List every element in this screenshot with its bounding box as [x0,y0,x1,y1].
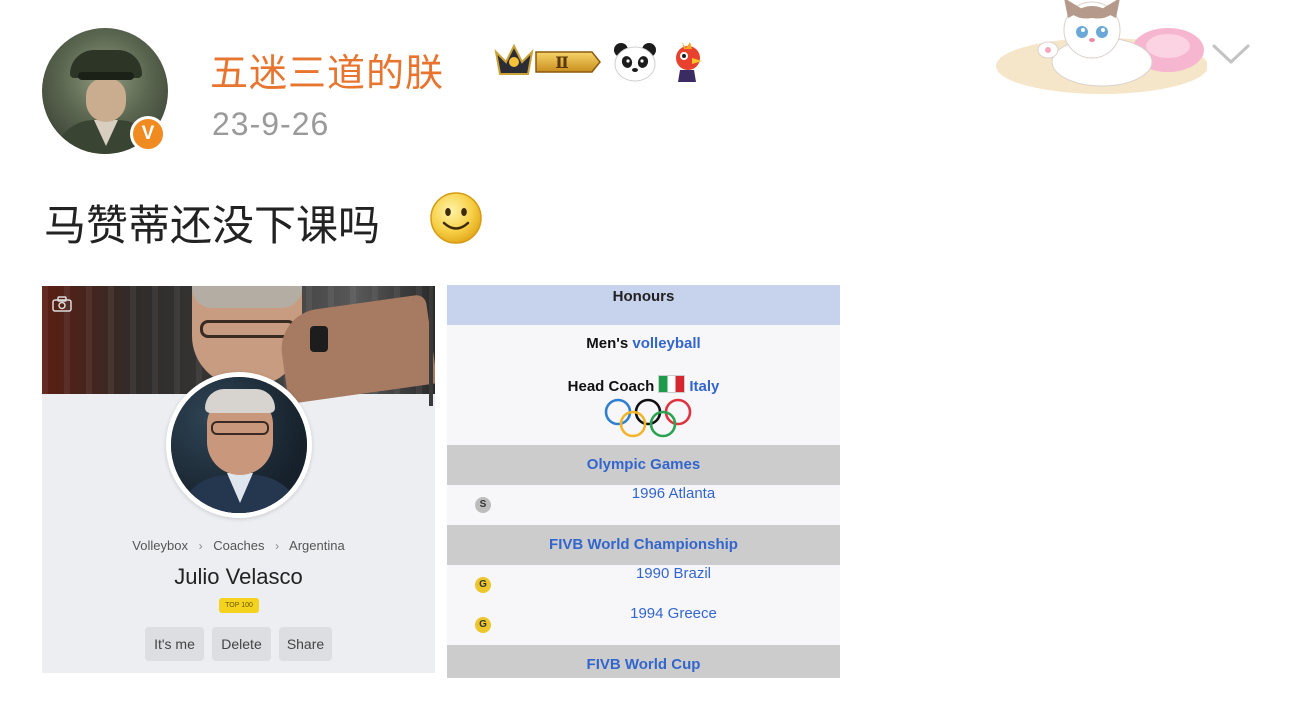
section-olympic-games[interactable]: Olympic Games [447,445,840,485]
chevron-down-icon[interactable] [1210,38,1252,72]
italy-flag-icon [658,375,686,393]
breadcrumb-item-argentina[interactable]: Argentina [289,538,345,553]
post-text: 马赞蒂还没下课吗 [44,201,381,250]
italy-link[interactable]: Italy [689,378,719,395]
post-date: 23-9-26 [212,106,330,142]
olympic-rings-icon [604,398,692,438]
honour-row: G 1990 Brazil [447,565,840,605]
avatar-cap-brim [78,72,134,80]
profile-screenshot-image[interactable]: Volleybox › Coaches › Argentina Julio Ve… [42,286,435,673]
section-fivb-world-cup[interactable]: FIVB World Cup [447,645,840,678]
verified-badge-icon: V [130,116,166,152]
coach-line: Head Coach Italy [447,375,840,395]
delete-button[interactable]: Delete [212,627,271,661]
honour-event[interactable]: 1994 Greece [447,605,840,645]
honour-event[interactable]: 1996 Atlanta [447,485,840,525]
crown-level-text: Ⅱ [555,53,568,72]
honour-row: G 1994 Greece [447,605,840,645]
crown-level-icon[interactable]: Ⅱ [492,40,604,84]
profile-photo [166,372,312,518]
avatar-face [86,78,126,122]
honours-header: Honours [447,285,840,325]
top-100-badge: TOP 100 [219,598,259,613]
breadcrumb-item-coaches[interactable]: Coaches [213,538,264,553]
camera-icon[interactable] [52,296,72,312]
coach-role: Head Coach [567,378,655,395]
scrollbar[interactable] [429,286,433,406]
breadcrumb-item-volleybox[interactable]: Volleybox [132,538,188,553]
bird-icon[interactable] [668,40,708,84]
cat-decoration-icon [996,0,1207,94]
breadcrumb-separator: › [198,539,203,553]
sport-prefix: Men's [586,335,629,352]
honour-row: S 1996 Atlanta [447,485,840,525]
photo-glasses [211,421,269,435]
coach-name: Julio Velasco [174,564,303,589]
section-fivb-world-championship[interactable]: FIVB World Championship [447,525,840,565]
honour-event[interactable]: 1990 Brazil [447,565,840,605]
author-name[interactable]: 五迷三道的朕 [210,42,444,95]
smile-emoji-icon [430,192,482,244]
share-button[interactable]: Share [279,627,332,661]
banner-coach-glasses [200,320,296,338]
banner-watch [310,326,328,352]
sport-line: Men's volleyball [447,335,840,352]
volleyball-link[interactable]: volleyball [632,335,700,352]
panda-icon[interactable] [612,42,658,82]
breadcrumb-separator: › [275,539,280,553]
banner-coach-hair [192,286,302,308]
photo-hair [205,389,275,413]
honours-screenshot-image[interactable]: Honours Men's volleyball Head Coach Italy… [447,285,840,678]
breadcrumb: Volleybox › Coaches › Argentina [42,538,435,553]
its-me-button[interactable]: It's me [145,627,204,661]
